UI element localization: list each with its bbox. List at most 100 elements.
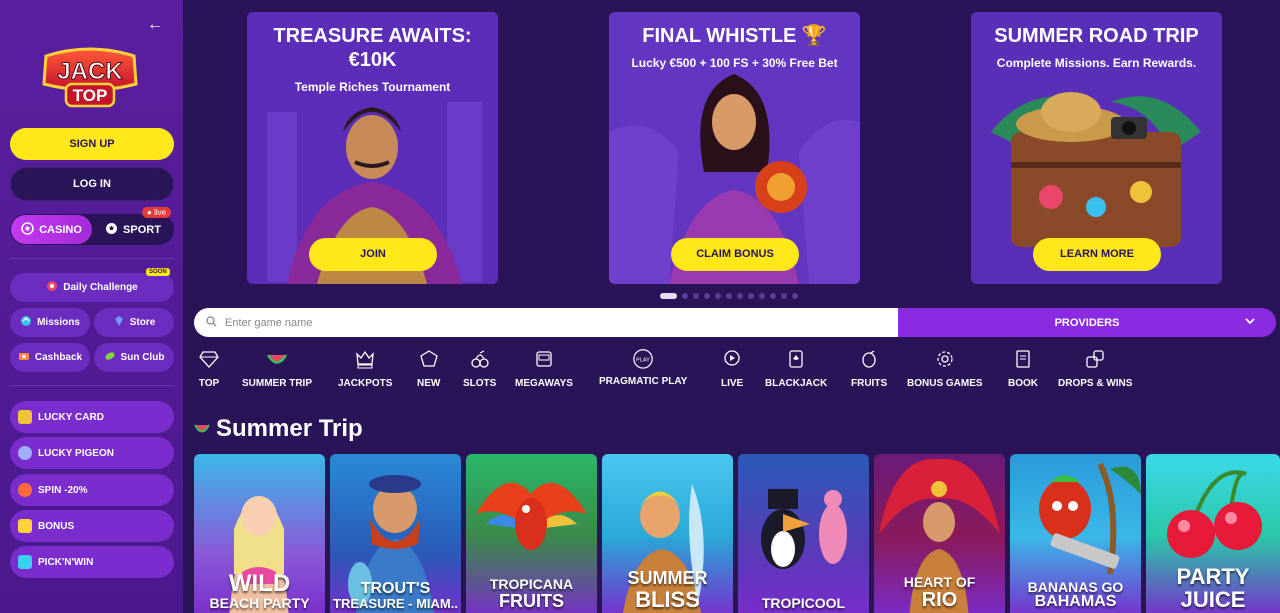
carousel-dot[interactable] [748,293,754,299]
learn-more-button[interactable]: LEARN MORE [1033,238,1161,271]
promo-bonus[interactable]: BONUS [10,510,174,542]
category-slots[interactable]: SLOTS [463,348,496,389]
daily-challenge-button[interactable]: Daily Challenge [10,273,174,302]
promo-banner-final-whistle[interactable]: FINAL WHISTLE 🏆 Lucky €500 + 100 FS + 30… [609,12,860,284]
sun-club-label: Sun Club [120,352,165,363]
target-icon [46,280,58,295]
svg-text:TOP: TOP [73,86,108,105]
claim-bonus-button[interactable]: CLAIM BONUS [671,238,799,271]
category-pragmatic-play[interactable]: PLAY PRAGMATIC PLAY [599,348,687,387]
cashback-icon [18,350,30,365]
casino-label: CASINO [39,223,82,236]
game-title-line1: PARTY [1176,563,1250,589]
category-top[interactable]: TOP [198,348,220,389]
category-label: DROPS & WINS [1058,378,1133,389]
game-title-line2: BLISS [635,586,700,612]
promo-label: SPIN -20% [38,484,88,496]
category-label: BOOK [1008,378,1038,389]
watermelon-icon [194,415,210,443]
game-title-line1: BANANAS GO [1027,578,1124,595]
collapse-arrow-icon[interactable]: ← [146,16,164,34]
missions-icon [20,315,32,330]
daily-challenge-label: Daily Challenge [63,282,138,293]
carousel-dot[interactable] [715,293,721,299]
divider [10,258,174,259]
banner-title: SUMMER ROAD TRIP [994,25,1199,47]
promo-pick-n-win[interactable]: PICK'N'WIN [10,546,174,578]
carousel-dot[interactable] [660,293,677,299]
log-in-button[interactable]: LOG IN [10,167,174,201]
svg-text:PLAY: PLAY [636,358,650,364]
banner-subtitle: Complete Missions. Earn Rewards. [996,56,1197,70]
game-tile[interactable]: SUMMER BLISS [602,454,733,613]
category-new[interactable]: NEW [417,348,440,389]
casino-tab[interactable]: CASINO [11,215,92,244]
category-label: MEGAWAYS [515,378,573,389]
diamond-icon [198,348,220,370]
section-title-text: Summer Trip [216,415,363,442]
category-summer-trip[interactable]: SUMMER TRIP [242,348,312,389]
category-label: LIVE [721,378,744,389]
category-label: TOP [198,378,220,389]
game-tile[interactable]: WILD BEACH PARTY [194,454,325,613]
search-icon [206,314,217,332]
banner-title: FINAL WHISTLE 🏆 [642,25,827,47]
category-jackpots[interactable]: JACKPOTS [338,348,392,389]
carousel-dot[interactable] [759,293,765,299]
crown-icon [354,348,376,370]
search-input[interactable] [225,316,865,329]
carousel-dot[interactable] [737,293,743,299]
missions-button[interactable]: Missions [10,308,90,337]
game-tile[interactable]: TROPICOOL [738,454,869,613]
category-label: SLOTS [463,378,497,389]
category-live[interactable]: LIVE [721,348,743,389]
category-fruits[interactable]: FRUITS [851,348,887,389]
game-title-line2: RIO [921,589,958,611]
category-label: SUMMER TRIP [242,378,312,389]
carousel-dot[interactable] [726,293,732,299]
game-tile[interactable]: PARTY JUICE [1146,454,1280,613]
category-label: BONUS GAMES [907,378,983,389]
sign-up-button[interactable]: SIGN UP [10,128,174,160]
carousel-dot[interactable] [770,293,776,299]
promo-lucky-pigeon[interactable]: LUCKY PIGEON [10,437,174,469]
game-tile[interactable]: HEART OF RIO [874,454,1005,613]
game-title-line2: TROPICOOL [761,595,846,612]
category-bonus-games[interactable]: BONUS GAMES [907,348,983,389]
sun-club-button[interactable]: Sun Club [94,343,174,372]
cherries-icon [469,348,491,370]
carousel-dot[interactable] [781,293,787,299]
store-button[interactable]: Store [94,308,174,337]
game-tile[interactable]: BANANAS GO BAHAMAS [1010,454,1141,613]
category-blackjack[interactable]: BLACKJACK [765,348,827,389]
category-megaways[interactable]: MEGAWAYS [515,348,573,389]
watermelon-icon [266,348,288,370]
sport-tab[interactable]: SPORT [94,215,172,244]
sidebar: ← JACK TOP SIGN UP LOG IN CASINO SPORT ●… [0,0,183,613]
section-title: Summer Trip [194,415,363,443]
promo-banner-summer-road-trip[interactable]: SUMMER ROAD TRIP Complete Missions. Earn… [971,12,1222,284]
category-drops-wins[interactable]: DROPS & WINS [1058,348,1132,389]
game-tile[interactable]: TROPICANA FRUITS [466,454,597,613]
game-title: SUMMER BLISS [602,569,733,611]
carousel-dot[interactable] [682,293,688,299]
join-button[interactable]: JOIN [309,238,437,271]
promo-banner-treasure[interactable]: TREASURE AWAITS: €10K Temple Riches Tour… [247,12,498,284]
promo-label: LUCKY PIGEON [38,447,114,459]
promo-lucky-card[interactable]: LUCKY CARD [10,401,174,433]
game-tile[interactable]: TROUT'S TREASURE - MIAM.. [330,454,461,613]
carousel-dot[interactable] [704,293,710,299]
carousel-dot[interactable] [693,293,699,299]
category-book[interactable]: BOOK [1008,348,1038,389]
live-badge: ● live [142,207,172,218]
jacktop-logo[interactable]: JACK TOP [38,44,142,110]
providers-dropdown[interactable]: PROVIDERS [898,308,1276,337]
carousel-dot[interactable] [792,293,798,299]
game-title-line2: TREASURE - MIAM.. [333,596,458,612]
promo-spin[interactable]: SPIN -20% [10,474,174,506]
game-title-line2: JUICE [1180,586,1246,612]
search-bar [194,308,899,337]
banner-subtitle: Temple Riches Tournament [294,80,451,94]
cashback-button[interactable]: Cashback [10,343,90,372]
game-title: TROUT'S TREASURE - MIAM.. [330,580,461,612]
